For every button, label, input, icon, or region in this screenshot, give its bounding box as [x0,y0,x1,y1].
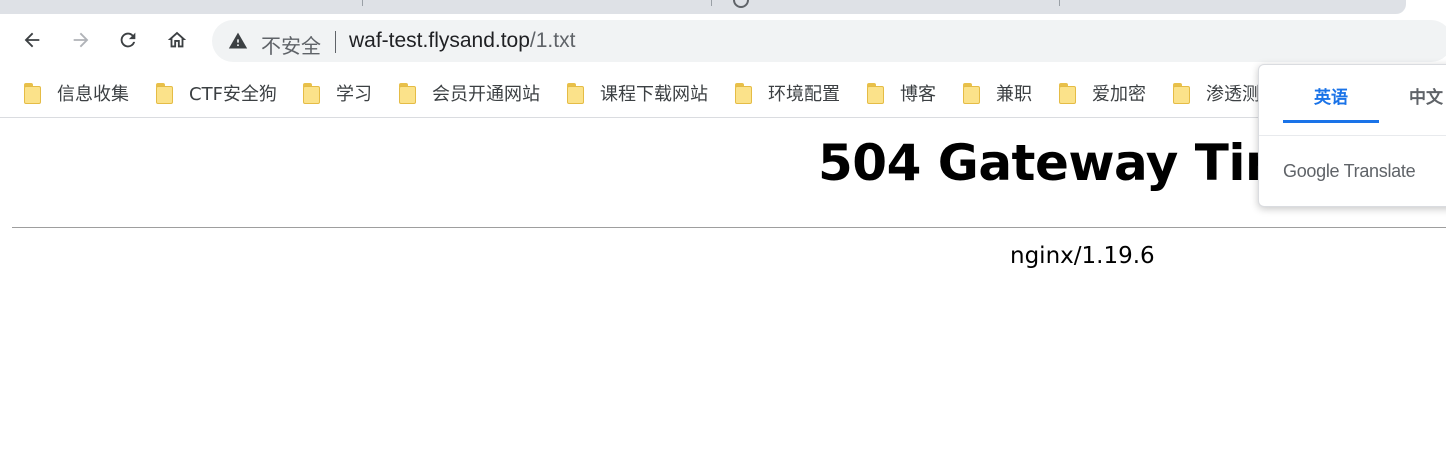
page-content: 504 Gateway Time nginx/1.19.6 [0,118,1446,475]
bookmark-label: 爱加密 [1092,84,1146,105]
folder-icon [867,82,884,104]
bookmark-folder[interactable]: CTF安全狗 [156,78,277,108]
bookmark-label: 环境配置 [768,84,840,105]
folder-icon [399,82,416,104]
bookmark-folder[interactable]: 博客 [867,78,936,108]
brand-text: Google Translate [1283,161,1416,181]
folder-icon [963,82,980,104]
bookmark-label: 渗透测 [1206,84,1260,105]
tab-separator [1059,0,1060,6]
tab-favicon-icon [733,0,749,8]
home-button[interactable] [161,24,193,56]
bookmark-label: 博客 [900,84,936,105]
url-path: /1.txt [529,29,576,52]
bookmark-label: 信息收集 [57,84,129,105]
bookmark-folder[interactable]: 课程下载网站 [567,78,708,108]
horizontal-rule [12,227,1446,228]
home-icon [167,31,187,48]
address-bar[interactable]: 不安全 waf-test.flysand.top/1.txt [212,20,1446,62]
bookmark-folder[interactable]: 兼职 [963,78,1032,108]
page-title: 504 Gateway Time [818,134,1331,192]
reload-button[interactable] [112,24,144,56]
bookmark-label: 会员开通网站 [432,84,540,105]
forward-button[interactable] [65,24,97,56]
popup-divider [1259,135,1446,136]
warning-icon[interactable] [228,31,248,51]
folder-icon [567,82,584,104]
browser-toolbar: 不安全 waf-test.flysand.top/1.txt [0,14,1446,70]
bookmark-folder[interactable]: 学习 [303,78,372,108]
bookmarks-bar: 信息收集 CTF安全狗 学习 会员开通网站 课程下载网站 环境配置 博客 兼职 [0,70,1446,118]
folder-icon [24,82,41,104]
folder-icon [735,82,752,104]
arrow-right-icon [73,32,89,48]
tab-source-language[interactable]: 英语 [1283,83,1379,123]
google-translate-logo: Google Translate [1283,161,1416,182]
url-host: waf-test.flysand.top [349,29,530,52]
tab-target-language[interactable]: 中文 [1409,83,1443,123]
bookmark-folder[interactable]: 渗透测 [1173,78,1260,108]
bookmark-folder[interactable]: 信息收集 [24,78,129,108]
reload-icon [120,32,136,48]
bookmark-folder[interactable]: 会员开通网站 [399,78,540,108]
bookmark-folder[interactable]: 环境配置 [735,78,840,108]
bookmark-label: 学习 [336,84,372,105]
tab-strip[interactable] [0,0,1406,14]
server-signature: nginx/1.19.6 [1010,243,1155,269]
tab-separator [362,0,363,6]
bookmark-label: CTF安全狗 [189,84,277,105]
back-button[interactable] [16,24,48,56]
bookmark-label: 兼职 [996,84,1032,105]
bookmark-label: 课程下载网站 [600,84,708,105]
folder-icon [1059,82,1076,104]
omnibox-divider [335,31,336,53]
arrow-left-icon [24,32,40,48]
folder-icon [1173,82,1190,104]
translate-popup: 英语 中文 Google Translate [1258,64,1446,207]
folder-icon [156,82,173,104]
tab-separator [711,0,712,6]
browser-window: 不安全 waf-test.flysand.top/1.txt 信息收集 CTF安… [0,0,1446,475]
bookmark-folder[interactable]: 爱加密 [1059,78,1146,108]
folder-icon [303,82,320,104]
security-label[interactable]: 不安全 [261,30,321,59]
url-text[interactable]: waf-test.flysand.top/1.txt [349,29,575,53]
